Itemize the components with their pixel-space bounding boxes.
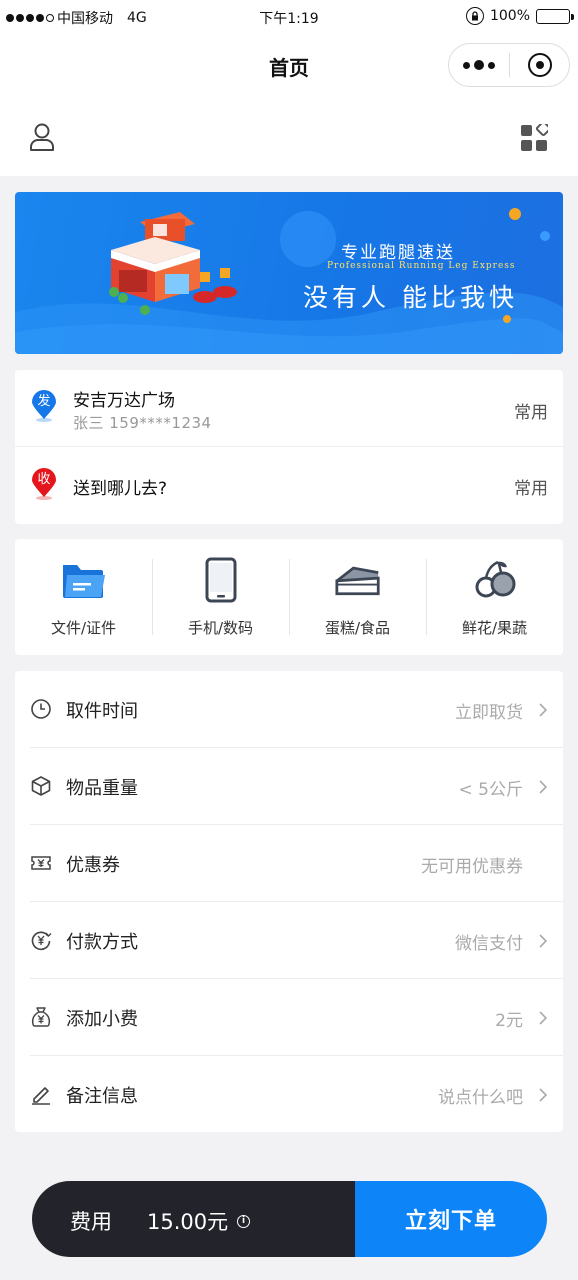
money-bag-icon	[31, 1007, 51, 1027]
tip-row[interactable]: 添加小费 2元	[30, 979, 563, 1056]
tip-value: 2元	[495, 1011, 523, 1031]
category-label: 文件/证件	[50, 619, 117, 637]
yuan-circle-icon	[31, 931, 52, 951]
weight-value: < 5公斤	[458, 780, 523, 800]
remark-row[interactable]: 备注信息 说点什么吧	[30, 1056, 563, 1133]
submit-order-button[interactable]: 立刻下单	[355, 1181, 547, 1257]
user-icon[interactable]	[28, 122, 56, 152]
fee-label: 费用	[70, 1210, 112, 1234]
pickup-time-row[interactable]: 取件时间 立即取货	[30, 671, 563, 748]
promo-banner[interactable]: 专业跑腿速送 Professional Running Leg Express …	[15, 192, 563, 354]
payment-value: 微信支付	[455, 934, 523, 954]
status-indicators: 100%	[465, 7, 574, 25]
sender-contact: 张三 159****1234	[73, 414, 212, 432]
remark-label: 备注信息	[66, 1086, 138, 1107]
clock-icon	[31, 699, 51, 719]
sender-address-title: 安吉万达广场	[73, 391, 175, 411]
fee-value: 15.00元	[147, 1210, 229, 1234]
weight-label: 物品重量	[66, 778, 138, 799]
chevron-right-icon	[539, 1011, 548, 1025]
sender-badge: 发	[37, 394, 51, 409]
payment-row[interactable]: 付款方式 微信支付	[30, 902, 563, 979]
category-fruit[interactable]: 鲜花/果蔬	[426, 539, 563, 655]
sender-common-link[interactable]: 常用	[514, 398, 548, 423]
banner-subtitle: Professional Running Leg Express	[327, 261, 516, 271]
address-card: 发 安吉万达广场 张三 159****1234 常用 收 送到哪儿去? 常用	[15, 370, 563, 524]
pickup-time-value: 立即取货	[455, 703, 523, 723]
ticket-icon	[31, 856, 51, 870]
nav-bar: 首页	[0, 34, 578, 98]
fee-summary: 费用 15.00元 i	[32, 1181, 355, 1257]
status-bar: 中国移动 4G 下午1:19 100%	[0, 0, 578, 34]
banner-illustration	[15, 208, 563, 354]
pencil-icon	[32, 1087, 50, 1105]
pickup-time-label: 取件时间	[66, 701, 138, 722]
category-label: 鲜花/果蔬	[461, 619, 528, 637]
target-icon	[527, 53, 552, 77]
coupon-value: 无可用优惠券	[421, 857, 523, 877]
battery-percent: 100%	[489, 8, 530, 24]
apps-grid-icon[interactable]	[520, 124, 548, 152]
close-miniprogram-button[interactable]	[510, 44, 569, 86]
miniprogram-capsule	[448, 43, 570, 87]
receiver-address-title: 送到哪儿去?	[73, 479, 168, 499]
chevron-right-icon	[539, 1088, 548, 1102]
banner-headline: 专业跑腿速送	[341, 243, 455, 263]
coupon-label: 优惠券	[66, 855, 120, 876]
sender-address-row[interactable]: 发 安吉万达广场 张三 159****1234 常用	[15, 370, 563, 447]
more-menu-button[interactable]	[449, 44, 509, 86]
tip-label: 添加小费	[66, 1009, 138, 1030]
chevron-right-icon	[539, 780, 548, 794]
chevron-right-icon	[539, 703, 548, 717]
receiver-address-row[interactable]: 收 送到哪儿去? 常用	[15, 447, 563, 524]
info-icon[interactable]: i	[237, 1215, 250, 1228]
receiver-badge: 收	[37, 472, 51, 487]
fruit-icon	[475, 560, 515, 598]
category-card: 文件/证件 手机/数码 蛋糕/食品 鲜花/果蔬	[15, 539, 563, 655]
coupon-row[interactable]: 优惠券 无可用优惠券	[30, 825, 563, 902]
category-documents[interactable]: 文件/证件	[15, 539, 152, 655]
box-icon	[31, 776, 51, 796]
battery-icon	[536, 8, 574, 24]
payment-label: 付款方式	[66, 932, 138, 953]
weight-row[interactable]: 物品重量 < 5公斤	[30, 748, 563, 825]
folder-icon	[62, 565, 105, 598]
order-bar: 费用 15.00元 i 立刻下单	[32, 1181, 547, 1257]
top-toolbar	[0, 98, 578, 176]
receiver-common-link[interactable]: 常用	[514, 474, 548, 499]
chevron-right-icon	[539, 934, 548, 948]
cake-icon	[334, 566, 380, 596]
category-label: 蛋糕/食品	[324, 619, 391, 637]
rotation-lock-icon	[465, 7, 484, 25]
phone-icon	[205, 557, 236, 603]
category-food[interactable]: 蛋糕/食品	[289, 539, 426, 655]
category-label: 手机/数码	[187, 619, 254, 637]
category-digital[interactable]: 手机/数码	[152, 539, 289, 655]
banner-slogan: 没有人 能比我快	[303, 283, 518, 312]
remark-value: 说点什么吧	[438, 1088, 523, 1108]
order-options-card: 取件时间 立即取货 物品重量 < 5公斤 优惠券 无可用优惠券 付款方式 微信支…	[15, 671, 563, 1132]
